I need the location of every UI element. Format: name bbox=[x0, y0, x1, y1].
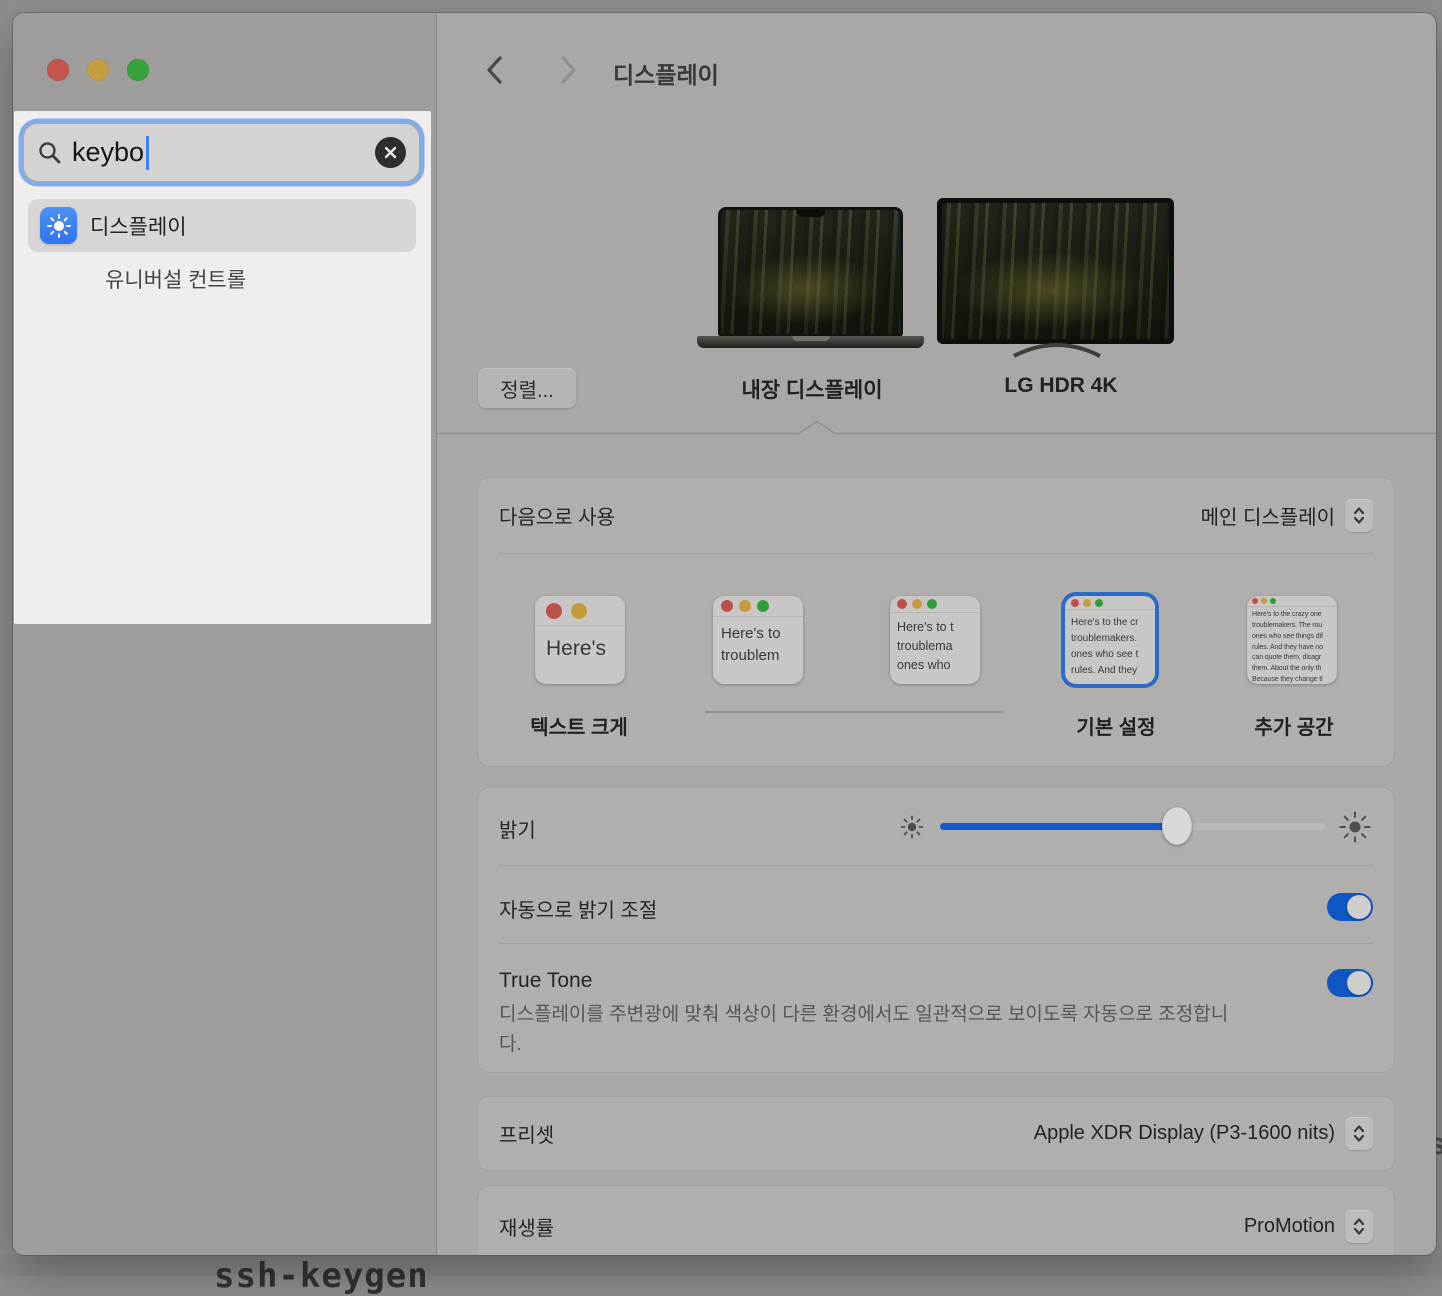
search-icon bbox=[37, 140, 62, 165]
brightness-slider-knob[interactable] bbox=[1162, 807, 1192, 845]
search-input[interactable]: keybo bbox=[23, 123, 420, 182]
brightness-slider-fill bbox=[940, 823, 1177, 830]
display-settings-card: 다음으로 사용 메인 디스플레이 Here's bbox=[478, 478, 1394, 766]
main-content: 디스플레이 내장 디스플레이 LG HDR 4K 정렬... 다음으로 사용 bbox=[437, 13, 1436, 1255]
brightness-label: 밝기 bbox=[499, 814, 536, 843]
use-as-value: 메인 디스플레이 bbox=[1201, 501, 1335, 530]
scaling-label-larger-text: 텍스트 크게 bbox=[530, 711, 628, 740]
clear-search-icon[interactable] bbox=[375, 137, 406, 168]
display-brightness-icon bbox=[40, 207, 77, 244]
search-result-display[interactable]: 디스플레이 bbox=[28, 199, 416, 252]
close-button[interactable] bbox=[47, 59, 69, 81]
builtin-display-thumbnail[interactable] bbox=[718, 207, 903, 337]
true-tone-toggle[interactable] bbox=[1327, 969, 1373, 997]
scaling-label-default: 기본 설정 bbox=[1076, 711, 1155, 740]
refresh-rate-label: 재생률 bbox=[499, 1212, 554, 1241]
preset-label: 프리셋 bbox=[499, 1119, 554, 1148]
use-as-row: 다음으로 사용 메인 디스플레이 bbox=[478, 478, 1394, 553]
divider bbox=[498, 553, 1374, 554]
page-title: 디스플레이 bbox=[613, 56, 719, 90]
sun-bright-icon bbox=[1338, 810, 1372, 844]
preset-dropdown[interactable] bbox=[1345, 1117, 1373, 1150]
search-result-universal-control[interactable]: 유니버설 컨트롤 bbox=[28, 257, 416, 301]
scaling-option-larger-text[interactable]: Here's bbox=[535, 596, 625, 684]
divider bbox=[498, 865, 1374, 866]
builtin-display-label: 내장 디스플레이 bbox=[741, 374, 882, 404]
search-highlight-panel: keybo bbox=[14, 111, 431, 624]
scaling-track-line bbox=[705, 711, 1003, 713]
scaling-label-more-space: 추가 공간 bbox=[1254, 711, 1333, 740]
scaling-option-3[interactable]: Here's to t troublema ones who bbox=[890, 596, 980, 684]
arrange-button[interactable]: 정렬... bbox=[478, 368, 576, 408]
preset-value: Apple XDR Display (P3-1600 nits) bbox=[1034, 1122, 1335, 1145]
scaling-option-more-space[interactable]: Here's to the crazy one troublemakers. T… bbox=[1247, 596, 1337, 684]
refresh-rate-dropdown[interactable] bbox=[1345, 1210, 1373, 1243]
use-as-label: 다음으로 사용 bbox=[499, 501, 615, 530]
external-display-wallpaper bbox=[942, 203, 1169, 339]
back-icon[interactable] bbox=[484, 54, 506, 86]
text-cursor bbox=[146, 136, 149, 170]
laptop-base bbox=[697, 336, 924, 348]
preset-card: 프리셋 Apple XDR Display (P3-1600 nits) bbox=[478, 1097, 1394, 1170]
search-result-label: 유니버설 컨트롤 bbox=[105, 264, 246, 294]
window-controls bbox=[47, 59, 149, 81]
sidebar: keybo bbox=[13, 13, 437, 1255]
search-query-text: keybo bbox=[72, 137, 144, 168]
brightness-slider[interactable] bbox=[940, 823, 1325, 830]
system-settings-window: keybo bbox=[13, 13, 1436, 1255]
divider bbox=[498, 943, 1374, 944]
brightness-card: 밝기 bbox=[478, 788, 1394, 1072]
true-tone-label: True Tone bbox=[499, 969, 592, 993]
refresh-rate-row: 재생률 ProMotion bbox=[478, 1186, 1394, 1255]
monitor-stand bbox=[1012, 340, 1102, 358]
builtin-display-wallpaper bbox=[721, 210, 900, 334]
zoom-button[interactable] bbox=[127, 59, 149, 81]
refresh-rate-card: 재생률 ProMotion bbox=[478, 1186, 1394, 1255]
preset-row: 프리셋 Apple XDR Display (P3-1600 nits) bbox=[478, 1097, 1394, 1170]
external-display-thumbnail[interactable] bbox=[937, 198, 1174, 344]
auto-brightness-label: 자동으로 밝기 조절 bbox=[499, 894, 657, 923]
sun-dim-icon bbox=[899, 814, 925, 840]
auto-brightness-toggle[interactable] bbox=[1327, 893, 1373, 921]
external-display-label: LG HDR 4K bbox=[1004, 374, 1117, 398]
laptop-notch bbox=[797, 210, 825, 217]
scaling-option-2[interactable]: Here's to troublem bbox=[713, 596, 803, 684]
background-window-text: ssh-keygen bbox=[214, 1256, 429, 1296]
minimize-button[interactable] bbox=[87, 59, 109, 81]
forward-icon[interactable] bbox=[557, 54, 579, 86]
refresh-rate-value: ProMotion bbox=[1244, 1215, 1335, 1238]
scaling-option-default[interactable]: Here's to the cr troublemakers. ones who… bbox=[1065, 596, 1155, 684]
true-tone-description: 디스플레이를 주변광에 맞춰 색상이 다른 환경에서도 일관적으로 보이도록 자… bbox=[499, 1000, 1239, 1060]
tab-notch-divider bbox=[437, 420, 1436, 435]
use-as-dropdown[interactable] bbox=[1345, 499, 1373, 532]
search-result-label: 디스플레이 bbox=[90, 211, 187, 241]
